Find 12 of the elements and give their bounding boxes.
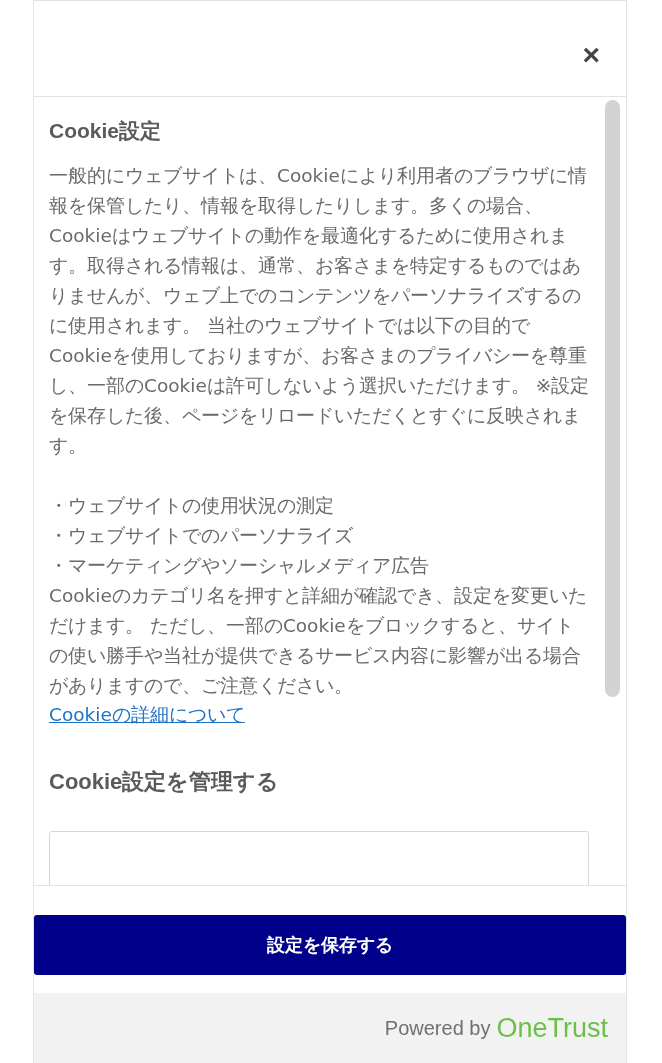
section-title: Cookie設定を管理する (49, 768, 281, 796)
note-paragraph: Cookieのカテゴリ名を押すと詳細が確認でき、設定を変更いただけます。 ただし、一部のCookieをブロックすると、サイトの使い勝手や当社が提供できるサービス内容に影響が出る場合がありますので、ご注意ください。 (49, 584, 588, 698)
dialog-title: Cookie設定 (49, 118, 162, 144)
save-button[interactable]: 設定を保存する (34, 915, 626, 975)
purpose-item: ・ウェブサイトでのパーソナライズ (49, 524, 354, 548)
purpose-item: ・マーケティングやソーシャルメディア広告 (49, 554, 430, 578)
close-button[interactable]: × (578, 39, 604, 70)
intro-paragraph: 一般的にウェブサイトは、Cookieにより利用者のブラウザに情報を保管したり、情報を取得したりします。多くの場合、Cookieはウェブサイトの動作を最適化するために使用されます。取得される情報は、通常、お客さまを特定するものではありませんが、ウェブ上でのコンテンツをパーソナライズするのに使用されます。 当社のウェブサイトでは以下の目的でCookieを使用しておりますが、お客さまのプライバシーを尊重し、一部のCookieは許可しないよう選択いただけます。 ※設定を保存した後、ページをリロードいただくとすぐに反映されます。 (49, 164, 591, 458)
scrollbar-thumb[interactable] (605, 100, 620, 697)
details-link[interactable]: Cookieの詳細について (49, 701, 245, 729)
purpose-item: ・ウェブサイトの使用状況の測定 (49, 494, 335, 518)
powered-by-text: Powered by (384, 1016, 491, 1040)
